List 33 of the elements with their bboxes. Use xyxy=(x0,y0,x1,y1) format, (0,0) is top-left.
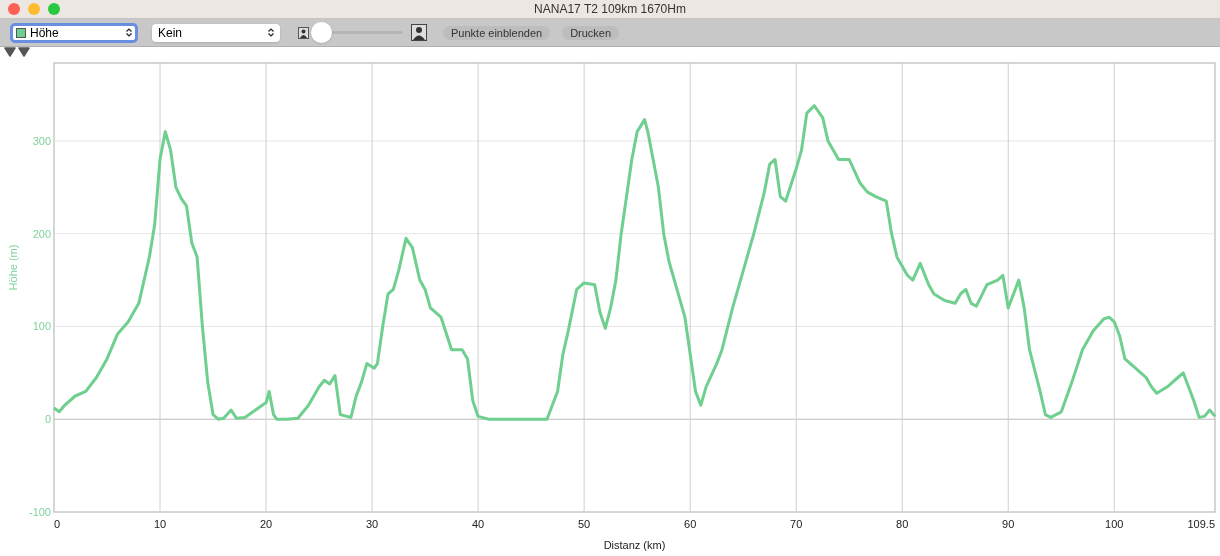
person-large-icon xyxy=(411,24,427,41)
x-tick-label: 30 xyxy=(365,518,379,530)
x-tick-label: 10 xyxy=(153,518,167,530)
x-tick-label: 0 xyxy=(54,518,61,530)
y-tick-label: -100 xyxy=(28,506,51,518)
person-small-icon xyxy=(298,26,309,39)
x-axis-title: Distanz (km) xyxy=(603,539,666,551)
y-tick-label: 0 xyxy=(44,413,51,426)
x-tick-label: 70 xyxy=(790,518,803,530)
x-tick-label: 90 xyxy=(1002,518,1015,530)
overlay-select[interactable]: Kein xyxy=(152,23,280,42)
zoom-slider[interactable] xyxy=(311,21,403,44)
metric-select[interactable]: Höhe xyxy=(10,22,138,43)
x-tick-label: 20 xyxy=(259,518,273,530)
x-tick-label: 100 xyxy=(1105,518,1124,530)
y-tick-label: 100 xyxy=(32,320,51,333)
toolbar-button[interactable]: Punkte einblenden xyxy=(443,25,551,40)
x-tick-label: 40 xyxy=(472,518,485,530)
y-tick-label: 300 xyxy=(32,134,51,147)
zoom-button[interactable] xyxy=(48,3,60,15)
close-button[interactable] xyxy=(8,3,20,15)
window-title: NANA17 T2 109km 1670Hm xyxy=(534,1,686,18)
chevron-icon xyxy=(268,28,274,37)
slider-thumb[interactable] xyxy=(311,22,332,43)
chevron-icon xyxy=(126,28,132,37)
y-tick-label: 200 xyxy=(32,227,51,240)
y-axis-title: Höhe (m) xyxy=(7,244,19,291)
x-tick-label: 109.5 xyxy=(1187,518,1215,530)
x-tick-label: 60 xyxy=(684,518,697,530)
x-tick-label: 80 xyxy=(896,518,909,530)
toolbar-button[interactable]: Drucken xyxy=(562,25,620,40)
x-tick-label: 50 xyxy=(578,518,591,530)
minimize-button[interactable] xyxy=(28,3,40,15)
